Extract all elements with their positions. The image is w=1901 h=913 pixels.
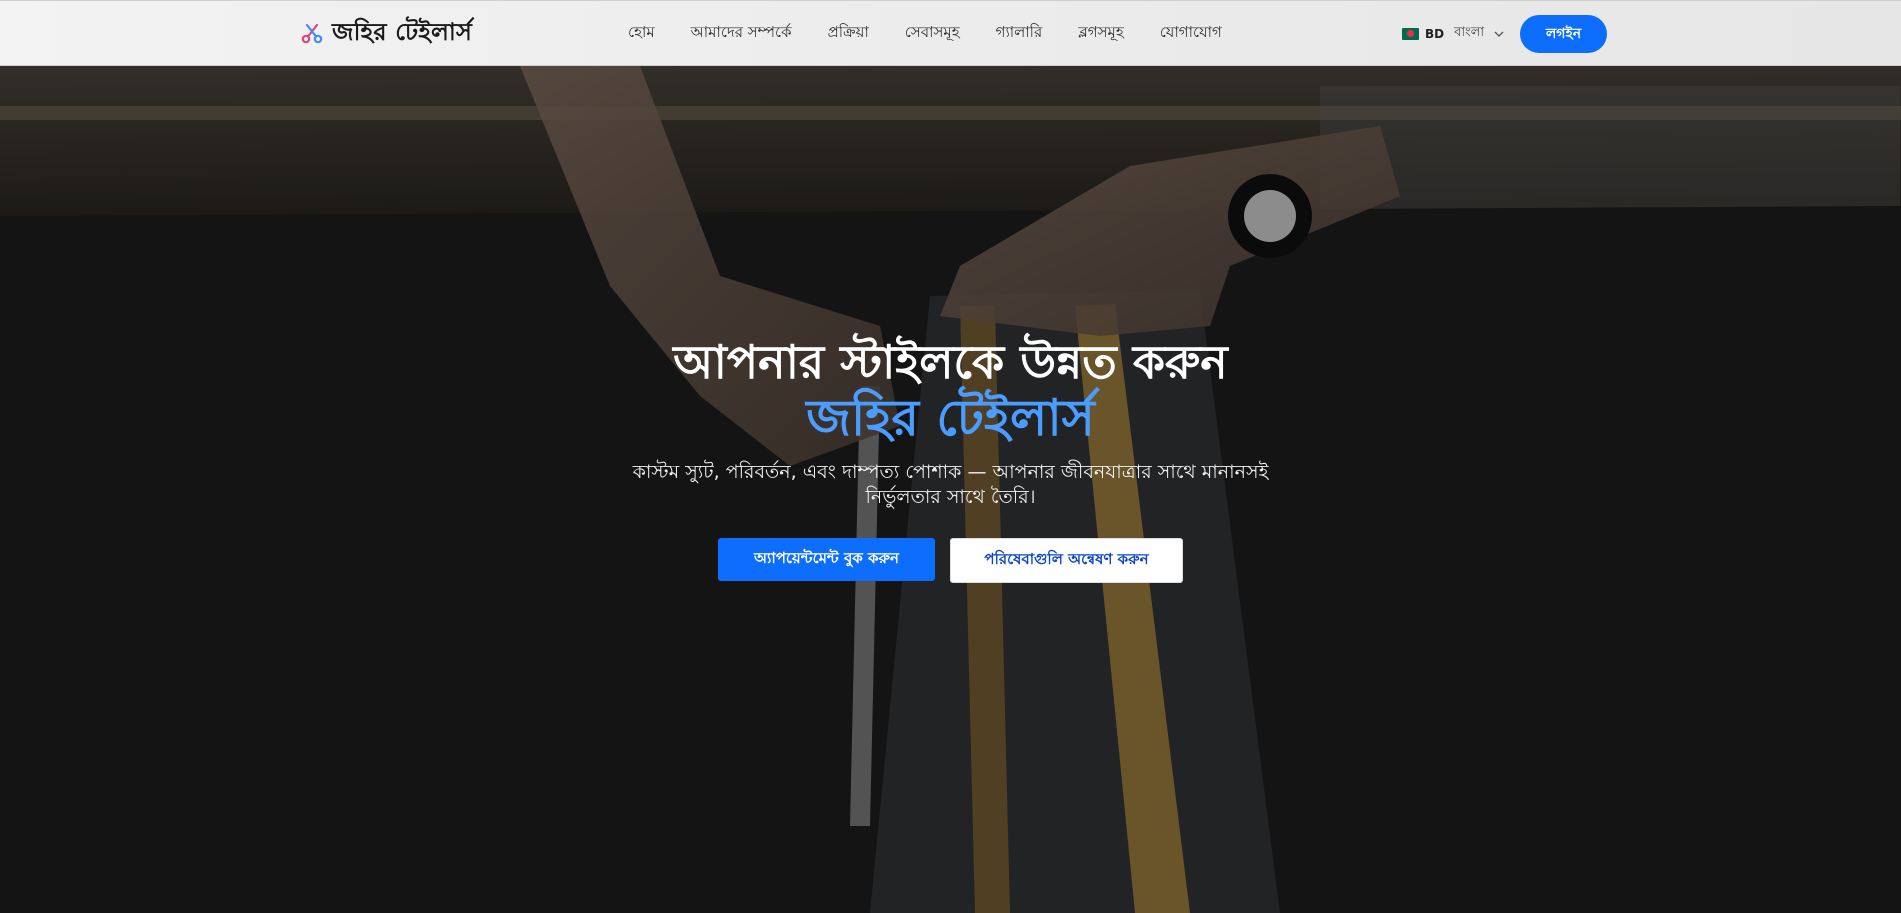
hero-subtitle: কাস্টম স্যুট, পরিবর্তন, এবং দাম্পত্য পোশ…: [632, 461, 1269, 508]
nav-link-blogs[interactable]: ব্লগসমূহ: [1078, 21, 1124, 46]
hero-title: আপনার স্টাইলকে উন্নত করুন: [673, 335, 1228, 389]
nav-link-home[interactable]: হোম: [628, 21, 655, 46]
language-selector[interactable]: BD বাংলা: [1402, 23, 1504, 44]
language-code: BD: [1425, 26, 1445, 41]
login-button[interactable]: লগইন: [1520, 15, 1607, 53]
brand-logo[interactable]: জহির টেইলার্স: [300, 15, 472, 53]
hero-buttons: অ্যাপয়েন্টমেন্ট বুক করুন পরিষেবাগুলি অন…: [0, 538, 1901, 583]
main-nav: হোম আমাদের সম্পর্কে প্রক্রিয়া সেবাসমূহ …: [628, 21, 1258, 46]
scissors-icon: [301, 23, 323, 44]
nav-link-gallery[interactable]: গ্যালারি: [996, 21, 1043, 46]
hero-title-accent: জহির টেইলার্স: [806, 388, 1095, 447]
bangladesh-flag-icon: [1402, 27, 1419, 40]
nav-link-process[interactable]: প্রক্রিয়া: [828, 21, 869, 46]
nav-link-about[interactable]: আমাদের সম্পর্কে: [691, 21, 792, 46]
chevron-down-icon: [1494, 31, 1504, 37]
language-name: বাংলা: [1454, 25, 1485, 40]
explore-services-button[interactable]: পরিষেবাগুলি অন্বেষণ করুন: [950, 538, 1183, 583]
brand-name: জহির টেইলার্স: [332, 17, 473, 46]
nav-link-services[interactable]: সেবাসমূহ: [905, 21, 960, 46]
navbar: জহির টেইলার্স হোম আমাদের সম্পর্কে প্রক্র…: [0, 0, 1901, 66]
book-appointment-button[interactable]: অ্যাপয়েন্টমেন্ট বুক করুন: [718, 538, 935, 581]
hero-section: আপনার স্টাইলকে উন্নত করুন জহির টেইলার্স …: [0, 66, 1901, 913]
hero-content: আপনার স্টাইলকে উন্নত করুন জহির টেইলার্স …: [0, 334, 1901, 583]
nav-link-contact[interactable]: যোগাযোগ: [1160, 21, 1222, 46]
